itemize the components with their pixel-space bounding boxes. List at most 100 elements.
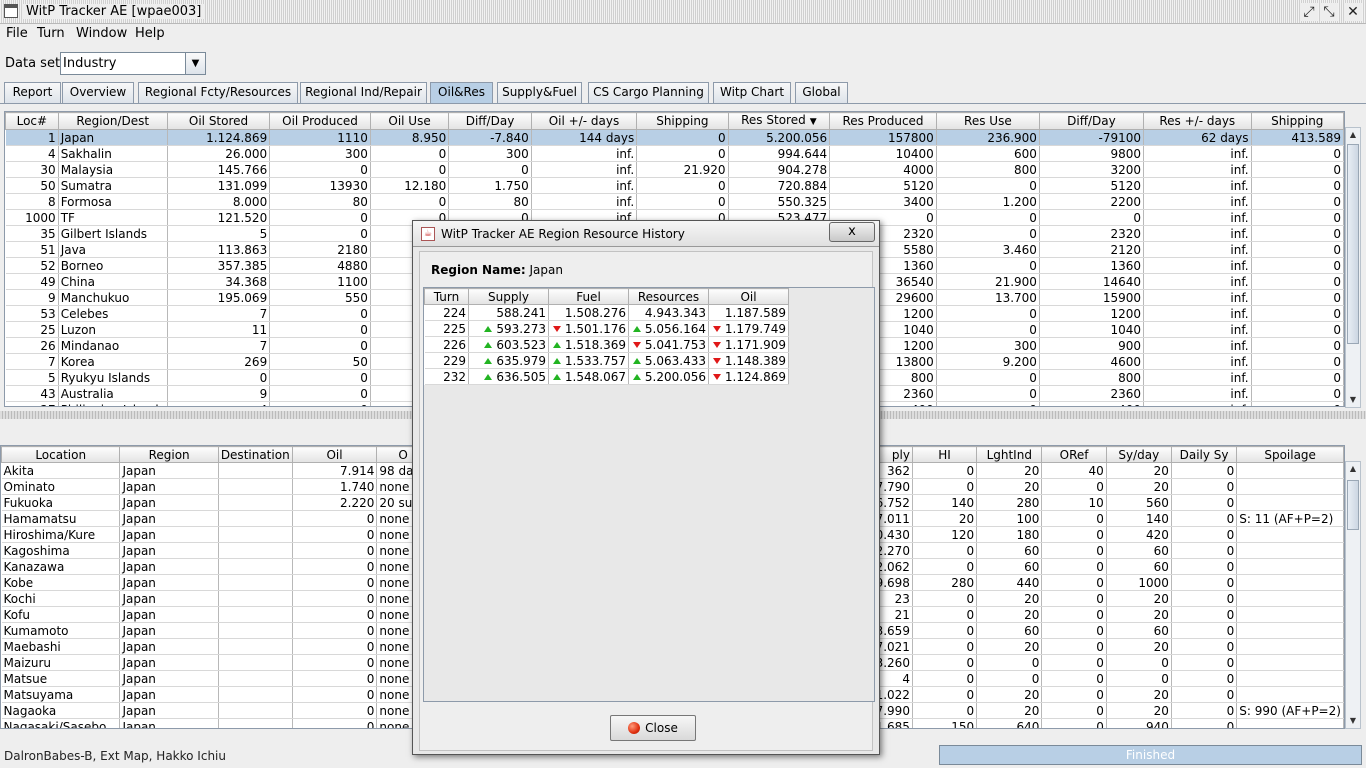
dialog-title-bar[interactable]: ☕ WitP Tracker AE Region Resource Histor…	[413, 221, 879, 247]
table-cell: 0	[936, 209, 1040, 226]
column-header[interactable]: Res Produced	[829, 112, 937, 130]
column-header[interactable]: Region	[119, 446, 219, 463]
tab-global[interactable]: Global	[795, 82, 848, 103]
tab-regional-fcty-resources[interactable]: Regional Fcty/Resources	[138, 82, 298, 103]
history-row[interactable]: 229 635.979 1.533.757 5.063.433 1.148.389	[424, 352, 789, 369]
table-cell: inf.	[1143, 353, 1252, 370]
table-cell: 21.920	[636, 161, 729, 178]
history-row[interactable]: 232 636.505 1.548.067 5.200.056 1.124.869	[424, 368, 789, 385]
tab-oil-res[interactable]: Oil&Res	[430, 82, 493, 104]
table-cell: 8.950	[370, 129, 450, 146]
column-header[interactable]: Turn	[424, 288, 469, 305]
table-cell: 20	[976, 638, 1043, 655]
dataset-value: Industry	[63, 56, 117, 71]
table-row[interactable]: 30 Malaysia 145.766 0 0 0 inf. 21.920 904.278 400…	[5, 161, 1344, 178]
scroll-thumb[interactable]	[1347, 480, 1359, 530]
table-cell: 0	[269, 385, 371, 402]
table-row[interactable]: 50 Sumatra 131.099 13930 12.180 1.750 inf. 0 720…	[5, 177, 1344, 194]
table-cell: 8	[5, 193, 59, 210]
column-header[interactable]: Destination	[217, 446, 293, 463]
table-cell	[218, 494, 293, 511]
column-header[interactable]: Res Stored ▼	[727, 112, 831, 130]
column-header[interactable]: Region/Dest	[57, 112, 168, 130]
menu-turn[interactable]: Turn	[37, 26, 65, 41]
column-header[interactable]: Shipping	[1250, 112, 1344, 130]
scroll-up-icon[interactable]: ▲	[1346, 462, 1360, 476]
table-cell: inf.	[1143, 401, 1252, 406]
column-header[interactable]: Diff/Day	[448, 112, 532, 130]
top-table-scrollbar[interactable]: ▲ ▼	[1345, 127, 1361, 408]
column-header[interactable]: Loc#	[5, 112, 59, 130]
table-cell: Matsuyama	[1, 686, 121, 703]
chevron-down-icon[interactable]: ▼	[185, 53, 205, 74]
table-cell: 800	[936, 161, 1040, 178]
scroll-down-icon[interactable]: ▼	[1346, 393, 1360, 407]
table-cell: 1040	[1039, 321, 1145, 338]
tab-cs-cargo-planning[interactable]: CS Cargo Planning	[588, 82, 709, 103]
column-header[interactable]: Fuel	[548, 288, 629, 305]
tab-report[interactable]: Report	[4, 82, 61, 103]
table-cell: 20	[976, 686, 1043, 703]
tab-regional-ind-repair[interactable]: Regional Ind/Repair	[300, 82, 427, 103]
column-header[interactable]: Res Use	[935, 112, 1040, 130]
tab-witp-chart[interactable]: Witp Chart	[713, 82, 791, 103]
history-row[interactable]: 224 588.241 1.508.276 4.943.343 1.187.589	[424, 304, 789, 321]
column-header[interactable]: HI	[911, 446, 978, 463]
table-cell: 5	[167, 225, 271, 242]
column-header[interactable]: Oil	[291, 446, 378, 463]
table-row[interactable]: 8 Formosa 8.000 80 0 80 inf. 0 550.325 3400 1.200 2…	[5, 193, 1344, 210]
column-header[interactable]: Location	[1, 446, 121, 463]
bottom-table-scrollbar[interactable]: ▲ ▼	[1345, 461, 1361, 729]
column-header[interactable]: LghtInd	[976, 446, 1043, 463]
column-header[interactable]: Diff/Day	[1038, 112, 1145, 130]
menu-file[interactable]: File	[6, 26, 28, 41]
column-header[interactable]: Oil +/- days	[530, 112, 638, 130]
table-cell: 0	[1171, 510, 1238, 527]
scroll-down-icon[interactable]: ▼	[1346, 714, 1360, 728]
history-row[interactable]: 225 593.273 1.501.176 5.056.164 1.179.749	[424, 320, 789, 337]
table-cell	[1236, 718, 1344, 728]
table-row[interactable]: 1 Japan 1.124.869 1110 8.950 -7.840 144 days 0 5…	[5, 129, 1344, 146]
scroll-thumb[interactable]	[1347, 144, 1359, 344]
table-row[interactable]: 4 Sakhalin 26.000 300 0 300 inf. 0 994.644 10400 6…	[5, 145, 1344, 162]
column-header[interactable]: ORef	[1041, 446, 1107, 463]
menu-help[interactable]: Help	[135, 26, 165, 41]
restore-icon[interactable]: ⤢	[1300, 3, 1318, 21]
table-cell: Fukuoka	[1, 494, 121, 511]
maximize-icon[interactable]: ⤡	[1320, 3, 1338, 21]
column-header[interactable]: Sy/day	[1105, 446, 1172, 463]
sort-desc-icon: ▼	[809, 117, 817, 127]
column-header[interactable]: Oil Use	[369, 112, 450, 130]
table-cell: 0	[292, 526, 378, 543]
table-cell: 26	[5, 337, 59, 354]
table-cell: Kanazawa	[1, 558, 121, 575]
value: 1.518.369	[564, 337, 626, 352]
turn-cell: 232	[424, 368, 469, 385]
table-cell	[1236, 558, 1344, 575]
close-button[interactable]: Close	[610, 715, 696, 741]
tab-bar: Report Overview Regional Fcty/Resources Reg…	[4, 82, 1364, 104]
history-table[interactable]: Turn Supply Fuel Resources Oil 224 588.241 1.5…	[423, 287, 875, 702]
arrow-down-icon	[712, 374, 721, 380]
column-header[interactable]: Supply	[468, 288, 549, 305]
column-header[interactable]: Oil	[708, 288, 789, 305]
table-cell: 0	[269, 161, 371, 178]
tab-overview[interactable]: Overview	[62, 82, 134, 103]
close-window-icon[interactable]: ✕	[1344, 3, 1362, 21]
history-row[interactable]: 226 603.523 1.518.369 5.041.753 1.171.909	[424, 336, 789, 353]
column-header[interactable]: Spoilage	[1236, 446, 1344, 463]
close-icon[interactable]: x	[829, 222, 875, 242]
column-header[interactable]: Resources	[628, 288, 709, 305]
column-header[interactable]: Res +/- days	[1143, 112, 1252, 130]
tab-supply-fuel[interactable]: Supply&Fuel	[497, 82, 582, 103]
table-cell: Japan	[58, 129, 168, 146]
column-header[interactable]: Oil Produced	[269, 112, 371, 130]
column-header[interactable]: Oil Stored	[166, 112, 271, 130]
scroll-up-icon[interactable]: ▲	[1346, 128, 1360, 142]
column-header[interactable]: Daily Sy	[1170, 446, 1238, 463]
table-cell: 60	[976, 622, 1043, 639]
column-header[interactable]: Shipping	[636, 112, 729, 130]
dataset-select[interactable]: Industry ▼	[60, 52, 206, 75]
menu-window[interactable]: Window	[76, 26, 127, 41]
table-cell: 0	[1251, 353, 1344, 370]
